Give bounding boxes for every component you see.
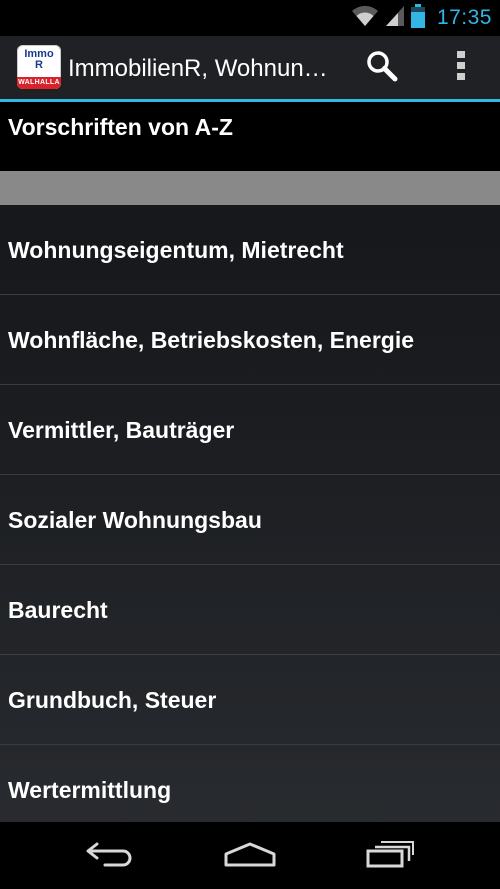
list-item-label: Vorschriften von A-Z xyxy=(8,114,233,140)
app-logo[interactable]: Immo R WALHALLA xyxy=(17,45,61,89)
list-item-label: Baurecht xyxy=(8,597,108,623)
action-bar: Immo R WALHALLA ImmobilienR, Wohnun… xyxy=(0,36,500,102)
list-item[interactable]: Vermittler, Bauträger xyxy=(0,385,500,475)
list-item[interactable]: Wohnfläche, Betriebskosten, Energie xyxy=(0,295,500,385)
list-item[interactable]: Wohnungseigentum, Mietrecht xyxy=(0,205,500,295)
list-item[interactable]: Baurecht xyxy=(0,565,500,655)
recent-apps-icon xyxy=(365,840,415,873)
app-title: ImmobilienR, Wohnun… xyxy=(68,55,328,82)
status-bar: 17:35 xyxy=(0,0,500,36)
list-item[interactable]: Sozialer Wohnungsbau xyxy=(0,475,500,565)
app-logo-brand: WALHALLA xyxy=(17,77,61,89)
navigation-bar xyxy=(0,822,500,889)
signal-icon xyxy=(385,5,405,32)
section-divider xyxy=(0,171,500,205)
list-item-label: Vermittler, Bauträger xyxy=(8,417,235,443)
search-icon xyxy=(366,50,398,87)
status-time: 17:35 xyxy=(436,6,492,29)
back-icon xyxy=(85,840,135,873)
category-list: Vorschriften von A-Z Wohnungseigentum, M… xyxy=(0,102,500,835)
app-logo-line2: R xyxy=(35,59,43,71)
search-button[interactable] xyxy=(360,48,404,88)
list-item-label: Wohnfläche, Betriebskosten, Energie xyxy=(8,327,415,353)
status-icons: 17:35 xyxy=(351,0,492,36)
home-icon xyxy=(223,840,277,873)
wifi-icon xyxy=(351,5,379,32)
recent-apps-button[interactable] xyxy=(350,834,430,878)
battery-icon xyxy=(410,3,425,33)
home-button[interactable] xyxy=(210,834,290,878)
list-item[interactable]: Grundbuch, Steuer xyxy=(0,655,500,745)
overflow-menu-button[interactable] xyxy=(444,48,478,88)
list-item-label: Grundbuch, Steuer xyxy=(8,687,217,713)
list-item-label: Sozialer Wohnungsbau xyxy=(8,507,262,533)
back-button[interactable] xyxy=(70,834,150,878)
list-item-a-z[interactable]: Vorschriften von A-Z xyxy=(0,102,500,171)
screen: 17:35 Immo R WALHALLA ImmobilienR, Wohnu… xyxy=(0,0,500,889)
list-item-label: Wohnungseigentum, Mietrecht xyxy=(8,237,344,263)
overflow-menu-icon xyxy=(456,50,466,87)
